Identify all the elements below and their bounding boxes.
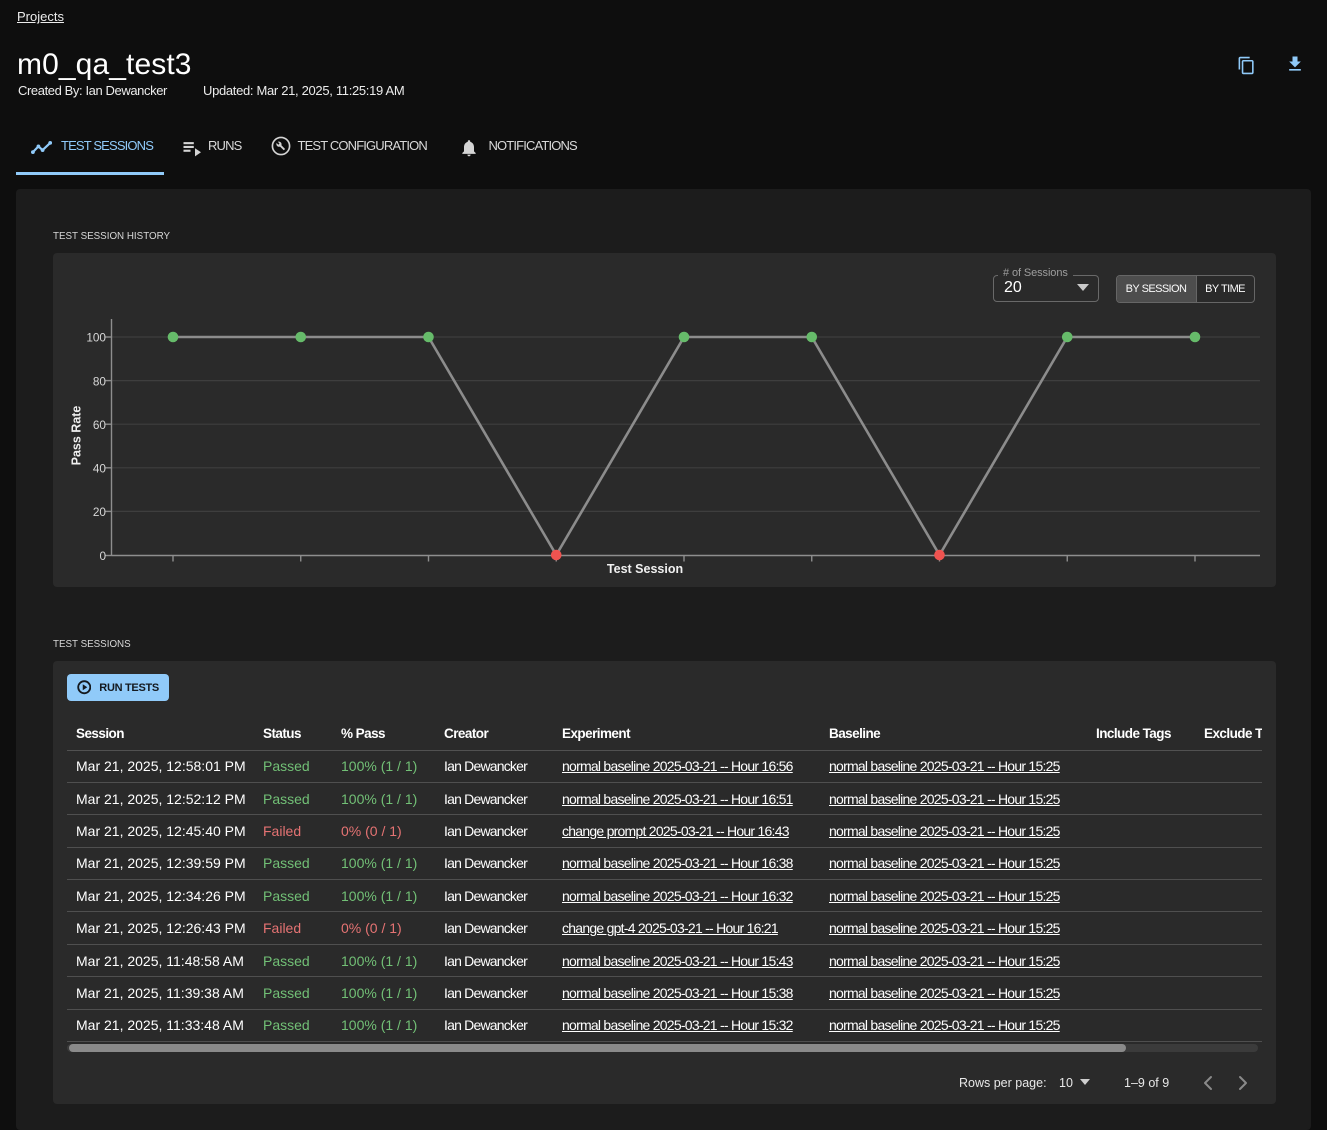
svg-text:0: 0 [99,549,106,563]
svg-text:Test Session: Test Session [607,562,683,576]
svg-text:60: 60 [93,418,107,432]
svg-text:100: 100 [86,331,106,345]
svg-text:20: 20 [93,505,107,519]
svg-text:40: 40 [93,462,107,476]
svg-text:80: 80 [93,374,107,388]
svg-text:Pass Rate: Pass Rate [70,406,84,466]
